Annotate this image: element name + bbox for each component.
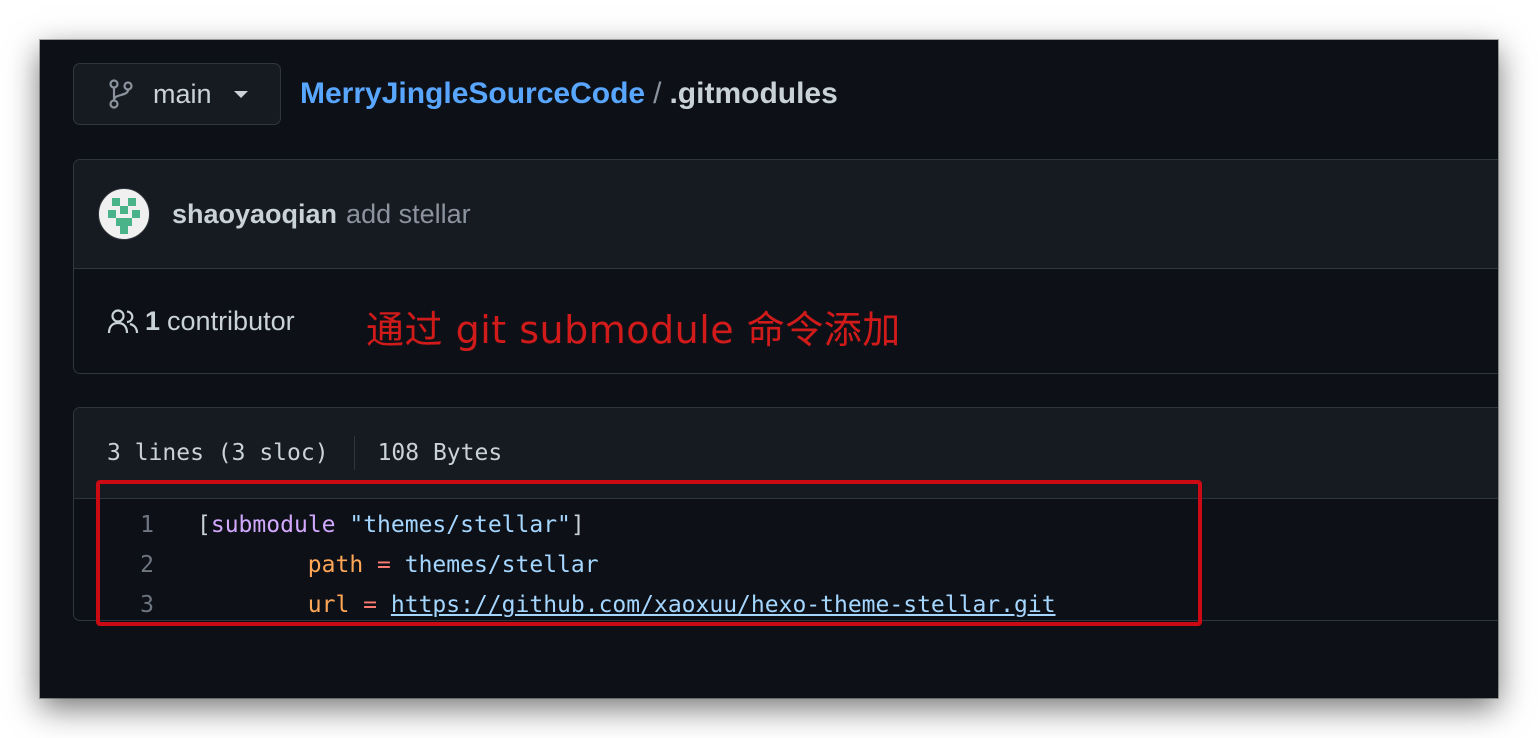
git-branch-icon [107, 79, 135, 109]
annotation-text: 通过 git submodule 命令添加 [366, 308, 901, 352]
line-count: 3 lines (3 sloc) [107, 440, 329, 466]
repo-link[interactable]: MerryJingleSourceCode [300, 77, 645, 110]
breadcrumb: MerryJingleSourceCode / .gitmodules [300, 77, 838, 111]
latest-commit-box: shaoyaoqian add stellar 1 contributor 通过… [73, 159, 1498, 374]
branch-select-button[interactable]: main [73, 63, 281, 125]
commit-message-link[interactable]: add stellar [346, 199, 471, 230]
breadcrumb-separator: / [653, 77, 662, 110]
contributor-label[interactable]: contributor [167, 306, 295, 337]
commit-author-link[interactable]: shaoyaoqian [172, 199, 337, 230]
commit-row: shaoyaoqian add stellar [74, 160, 1498, 269]
contributors-row: 1 contributor 通过 git submodule 命令添加 [74, 269, 1498, 374]
contributor-count[interactable]: 1 [145, 306, 160, 337]
highlight-annotation-box [96, 480, 1202, 626]
people-icon [107, 308, 139, 336]
file-size: 108 Bytes [377, 440, 503, 466]
divider [353, 436, 355, 470]
avatar[interactable] [98, 188, 150, 240]
file-name: .gitmodules [669, 77, 838, 110]
github-file-view: main MerryJingleSourceCode / .gitmodules s… [40, 40, 1498, 698]
branch-name: main [153, 78, 212, 109]
chevron-down-icon [233, 90, 248, 98]
